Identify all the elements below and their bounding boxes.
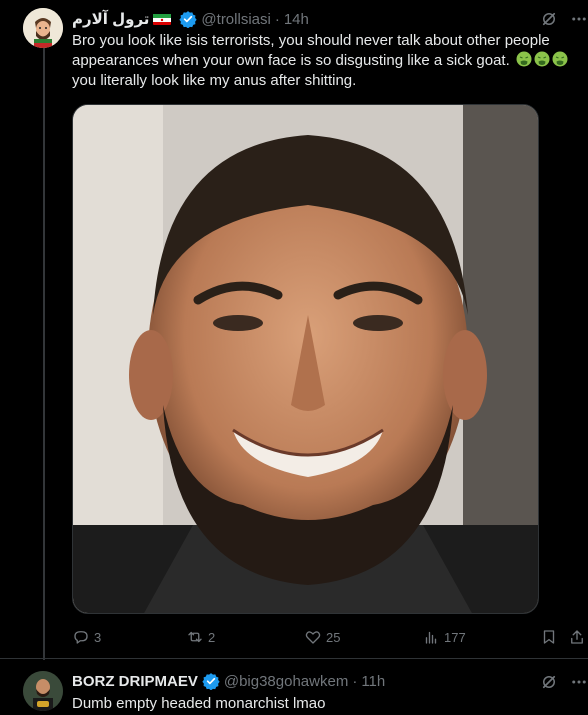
avatar[interactable] xyxy=(23,8,63,48)
tweet-media-image[interactable] xyxy=(72,104,539,614)
bookmark-button[interactable] xyxy=(540,627,558,647)
verified-badge-icon[interactable] xyxy=(202,672,220,691)
more-options-icon[interactable] xyxy=(570,10,588,28)
repost-icon xyxy=(188,631,202,643)
separator-dot: · xyxy=(274,10,280,28)
share-icon xyxy=(571,630,583,644)
tweet-text: Dumb empty headed monarchist lmao xyxy=(72,695,326,712)
tweet-text-main: Bro you look like isis terrorists, you s… xyxy=(72,32,550,69)
reply-count: 3 xyxy=(94,629,102,645)
tweet-text: Bro you look like isis terrorists, you s… xyxy=(72,31,580,91)
avatar[interactable] xyxy=(23,671,63,711)
like-button[interactable]: 25 xyxy=(304,627,340,647)
share-button[interactable] xyxy=(568,627,586,647)
grok-icon[interactable] xyxy=(540,673,558,691)
timestamp[interactable]: 11h xyxy=(361,673,385,690)
reply-button[interactable]: 3 xyxy=(72,627,101,647)
like-count: 25 xyxy=(326,629,341,645)
tweet-text-tail: you literally look like my anus after sh… xyxy=(72,72,357,89)
display-name[interactable]: BORZ DRIPMAEV xyxy=(72,673,198,690)
more-options-icon[interactable] xyxy=(570,673,588,691)
verified-badge-icon[interactable] xyxy=(179,10,198,29)
grok-icon[interactable] xyxy=(540,10,558,28)
user-handle[interactable]: @trollsiasi xyxy=(201,11,270,28)
action-bar: 3 2 25 177 xyxy=(72,627,588,647)
display-name[interactable]: ترول آلارم xyxy=(72,10,149,28)
iran-flag-icon xyxy=(153,13,172,25)
reply-tweet[interactable]: BORZ DRIPMAEV @big38gohawkem · 11h Dumb … xyxy=(0,658,588,715)
bookmark-icon xyxy=(543,630,555,644)
heart-icon xyxy=(305,631,321,644)
reply-icon xyxy=(74,631,88,644)
timestamp[interactable]: 14h xyxy=(284,11,309,28)
main-tweet[interactable]: ترول آلارم @trollsiasi · 14h Bro you loo… xyxy=(0,0,588,658)
nauseated-face-emoji-icon xyxy=(534,51,550,67)
repost-button[interactable]: 2 xyxy=(186,627,215,647)
nauseated-face-emoji-icon xyxy=(516,51,532,67)
repost-count: 2 xyxy=(208,629,216,645)
separator-dot: · xyxy=(352,672,358,690)
view-count: 177 xyxy=(444,629,466,645)
analytics-icon xyxy=(425,631,437,644)
views-button[interactable]: 177 xyxy=(422,627,466,647)
tweet-header: ترول آلارم @trollsiasi · 14h xyxy=(72,9,588,29)
user-handle[interactable]: @big38gohawkem xyxy=(224,673,348,690)
tweet-header: BORZ DRIPMAEV @big38gohawkem · 11h xyxy=(72,671,588,691)
nauseated-face-emoji-icon xyxy=(552,51,568,67)
